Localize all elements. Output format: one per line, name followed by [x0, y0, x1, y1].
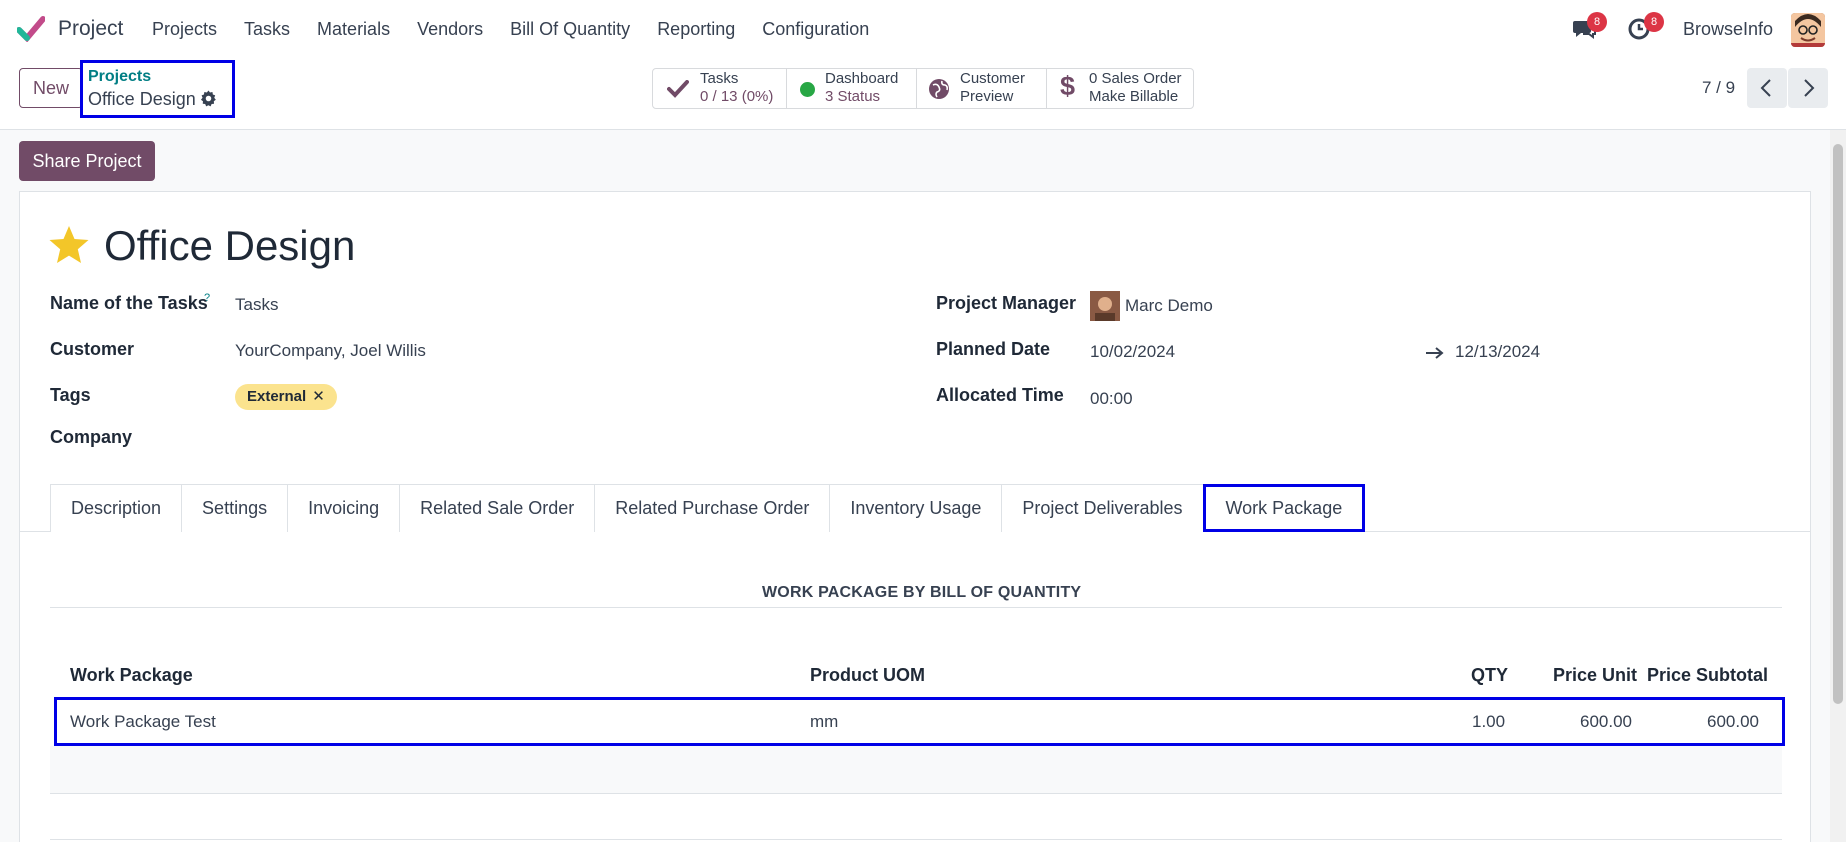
- help-tooltip-icon[interactable]: ?: [204, 292, 210, 304]
- menu-vendors[interactable]: Vendors: [417, 19, 483, 40]
- arrow-right-icon: [1426, 347, 1444, 359]
- main-menu: Projects Tasks Materials Vendors Bill Of…: [152, 19, 896, 40]
- sales-order-label: 0 Sales Order: [1089, 70, 1182, 87]
- project-manager-label: Project Manager: [936, 293, 1077, 313]
- notebook-tabs: Description Settings Invoicing Related S…: [50, 484, 1366, 532]
- dollar-icon: $: [1060, 71, 1076, 101]
- name-of-tasks-label: Name of the Tasks: [50, 293, 208, 313]
- allocated-time-field[interactable]: 00:00: [1090, 389, 1133, 409]
- smart-button-sales-order[interactable]: $ 0 Sales Order Make Billable: [1047, 69, 1193, 108]
- tags-label: Tags: [50, 385, 91, 405]
- manager-avatar: [1090, 291, 1120, 321]
- cell-price-unit: 600.00: [1580, 712, 1632, 731]
- planned-date-label: Planned Date: [936, 339, 1051, 359]
- tasks-count: 0 / 13 (0%): [700, 88, 774, 105]
- menu-configuration[interactable]: Configuration: [762, 19, 869, 40]
- preview-label: Preview: [960, 88, 1014, 105]
- section-title-text: WORK PACKAGE BY BILL OF QUANTITY: [762, 584, 1082, 601]
- share-project-button[interactable]: Share Project: [19, 141, 155, 181]
- favorite-star-icon[interactable]: [48, 225, 90, 265]
- column-price-unit[interactable]: Price Unit: [1553, 665, 1637, 686]
- tab-inventory-usage[interactable]: Inventory Usage: [829, 484, 1003, 532]
- empty-row: [50, 746, 1782, 794]
- planned-end-date[interactable]: 12/13/2024: [1455, 342, 1540, 362]
- company-switcher[interactable]: BrowseInfo: [1683, 19, 1773, 40]
- pager-value[interactable]: 7 / 9: [1702, 78, 1735, 98]
- customer-field[interactable]: YourCompany, Joel Willis: [235, 341, 426, 361]
- table-row[interactable]: [54, 697, 1785, 746]
- dashboard-status: 3 Status: [825, 88, 881, 105]
- column-qty[interactable]: QTY: [1471, 665, 1508, 686]
- make-billable-label: Make Billable: [1089, 88, 1179, 105]
- tag-remove-icon[interactable]: ✕: [312, 388, 325, 405]
- column-product-uom[interactable]: Product UOM: [810, 665, 925, 686]
- tab-related-sale-order[interactable]: Related Sale Order: [399, 484, 596, 532]
- pager-previous-button[interactable]: [1747, 68, 1787, 108]
- chat-badge: 8: [1587, 12, 1607, 32]
- planned-start-date[interactable]: 10/02/2024: [1090, 342, 1175, 362]
- app-name[interactable]: Project: [58, 17, 123, 41]
- section-divider: [50, 607, 1782, 608]
- allocated-time-label: Allocated Time: [936, 385, 1064, 405]
- cell-qty: 1.00: [1472, 712, 1506, 731]
- chevron-right-icon: [1804, 79, 1815, 97]
- customer-label: Customer: [960, 70, 1026, 87]
- globe-icon: [929, 79, 949, 99]
- activity-badge: 8: [1644, 12, 1664, 32]
- chevron-left-icon: [1760, 79, 1771, 97]
- cell-uom: mm: [810, 712, 839, 731]
- tag-external[interactable]: External ✕: [235, 384, 337, 410]
- record-title[interactable]: Office Design: [104, 222, 355, 270]
- menu-reporting[interactable]: Reporting: [657, 19, 735, 40]
- dashboard-label: Dashboard: [825, 70, 899, 87]
- tab-invoicing[interactable]: Invoicing: [287, 484, 401, 532]
- tasks-label: Tasks: [700, 70, 739, 87]
- tag-label: External: [247, 388, 307, 405]
- status-dot-icon: [800, 82, 815, 97]
- gear-icon[interactable]: [200, 90, 217, 107]
- company-label: Company: [50, 427, 133, 447]
- pager-next-button[interactable]: [1788, 68, 1828, 108]
- name-of-tasks-field[interactable]: Tasks: [235, 295, 278, 315]
- cell-price-subtotal: 600.00: [1707, 712, 1759, 731]
- user-avatar[interactable]: [1791, 13, 1825, 47]
- menu-bill-of-quantity[interactable]: Bill Of Quantity: [510, 19, 630, 40]
- top-navbar: Project Projects Tasks Materials Vendors…: [0, 0, 1846, 58]
- new-button[interactable]: New: [19, 68, 83, 108]
- breadcrumb-current: Office Design: [88, 89, 196, 109]
- cell-work-package: Work Package Test: [70, 712, 216, 731]
- project-app-icon[interactable]: [17, 16, 45, 42]
- tab-settings[interactable]: Settings: [181, 484, 289, 532]
- column-price-subtotal[interactable]: Price Subtotal: [1647, 665, 1768, 686]
- scrollbar-thumb[interactable]: [1833, 144, 1843, 704]
- column-work-package[interactable]: Work Package: [70, 665, 193, 686]
- project-manager-field[interactable]: Marc Demo: [1125, 296, 1213, 316]
- customer-label: Customer: [50, 339, 135, 359]
- menu-tasks[interactable]: Tasks: [244, 19, 290, 40]
- breadcrumb-projects-link[interactable]: Projects: [88, 68, 151, 86]
- menu-projects[interactable]: Projects: [152, 19, 217, 40]
- menu-materials[interactable]: Materials: [317, 19, 390, 40]
- smart-button-customer-preview[interactable]: Customer Preview: [917, 69, 1047, 108]
- smart-button-dashboard[interactable]: Dashboard 3 Status: [787, 69, 917, 108]
- table-footer-divider: [50, 839, 1782, 840]
- tab-work-package[interactable]: Work Package: [1202, 484, 1366, 532]
- check-icon: [667, 80, 689, 98]
- tab-related-purchase-order[interactable]: Related Purchase Order: [594, 484, 831, 532]
- smart-button-tasks[interactable]: Tasks 0 / 13 (0%): [653, 69, 787, 108]
- tab-project-deliverables[interactable]: Project Deliverables: [1001, 484, 1204, 532]
- smart-buttons: Tasks 0 / 13 (0%) Dashboard 3 Status Cus…: [652, 68, 1194, 109]
- tab-description[interactable]: Description: [50, 484, 183, 532]
